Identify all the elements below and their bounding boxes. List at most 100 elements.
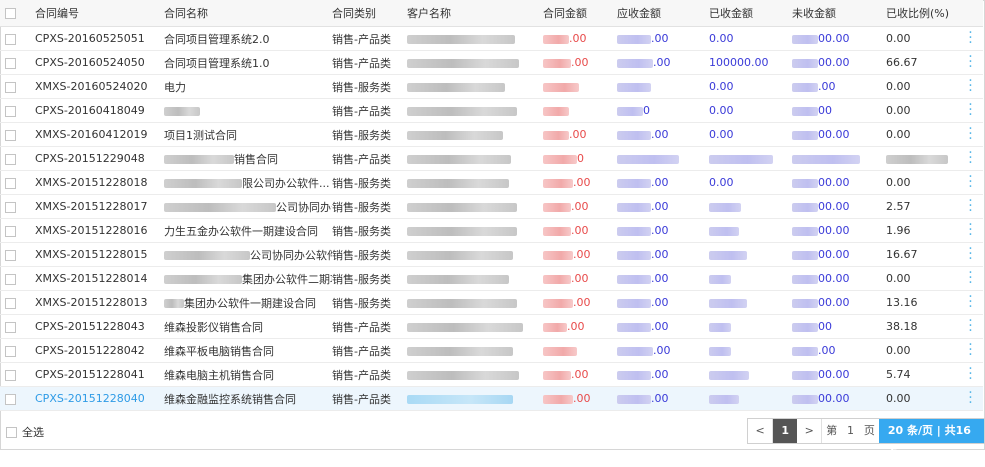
col-ratio[interactable]: 已收比例(%) xyxy=(886,0,958,27)
row-checkbox[interactable] xyxy=(0,98,30,123)
cell-contract-no[interactable]: XMXS-20151228014 xyxy=(30,266,164,291)
redacted-mask xyxy=(407,370,519,380)
col-customer-name[interactable]: 客户名称 xyxy=(407,0,543,27)
cell-contract-no[interactable]: XMXS-20160524020 xyxy=(30,74,164,99)
row-checkbox[interactable] xyxy=(0,122,30,147)
col-contract-no[interactable]: 合同编号 xyxy=(30,0,164,27)
cell-contract-no[interactable]: CPXS-20160418049 xyxy=(30,98,164,123)
cell-unreceived: 00.00 xyxy=(792,386,886,411)
redacted-mask xyxy=(543,226,571,236)
cell-contract-name: 集团办公软件二期项... xyxy=(164,266,332,291)
cell-contract-no[interactable]: CPXS-20151228041 xyxy=(30,362,164,387)
cell-contract-no[interactable]: XMXS-20151228015 xyxy=(30,242,164,267)
row-checkbox[interactable] xyxy=(0,362,30,387)
row-actions-menu-icon[interactable]: · · · xyxy=(958,338,983,363)
cell-received: 100000.00 xyxy=(709,50,792,75)
redacted-mask xyxy=(543,274,571,284)
row-checkbox[interactable] xyxy=(0,338,30,363)
col-unreceived[interactable]: 未收金额 xyxy=(792,0,886,27)
table-row[interactable]: CPXS-20160524050 合同项目管理系统1.0 销售-产品类 .00.00 1… xyxy=(0,50,983,75)
cell-received: 0.00 xyxy=(709,74,792,99)
cell-contract-no[interactable]: CPXS-20151228040 xyxy=(30,386,164,411)
row-checkbox[interactable] xyxy=(0,218,30,243)
table-row[interactable]: CPXS-20151229048 销售合同 销售-产品类 0 · · · xyxy=(0,146,983,171)
row-checkbox[interactable] xyxy=(0,26,30,51)
cell-amount xyxy=(543,74,617,99)
row-actions-menu-icon[interactable]: · · · xyxy=(958,194,983,219)
table-row[interactable]: XMXS-20151228017公司协同办公...销售-服务类 .00.00 00.… xyxy=(0,194,983,219)
table-row[interactable]: XMXS-20151228013 集团办公软件一期建设合同 销售-服务类 .00.00… xyxy=(0,290,983,315)
prev-page-button[interactable]: < xyxy=(748,419,774,443)
table-row[interactable]: CPXS-20151228040 维森金融监控系统销售合同 销售-产品类 .00.00… xyxy=(0,386,983,411)
table-row[interactable]: XMXS-20151228015公司协同办公软件...销售-服务类 .00.00 0… xyxy=(0,242,983,267)
table-row[interactable]: XMXS-20160524020 电力 销售-服务类 0.00.00 0.00 · · · xyxy=(0,74,983,99)
col-contract-type[interactable]: 合同类别 xyxy=(332,0,407,27)
row-checkbox[interactable] xyxy=(0,314,30,339)
cell-contract-no[interactable]: CPXS-20151228043 xyxy=(30,314,164,339)
row-checkbox[interactable] xyxy=(0,74,30,99)
col-receivable[interactable]: 应收金额 xyxy=(617,0,709,27)
header-checkbox[interactable] xyxy=(0,0,30,27)
row-actions-menu-icon[interactable]: · · · xyxy=(958,386,983,411)
cell-contract-no[interactable]: XMXS-20151228013 xyxy=(30,290,164,315)
row-checkbox[interactable] xyxy=(0,50,30,75)
cell-contract-no[interactable]: CPXS-20160524050 xyxy=(30,50,164,75)
table-row[interactable]: XMXS-20151228014集团办公软件二期项...销售-服务类 .00.00… xyxy=(0,266,983,291)
row-actions-menu-icon[interactable]: · · · xyxy=(958,266,983,291)
row-checkbox[interactable] xyxy=(0,146,30,171)
col-amount[interactable]: 合同金额 xyxy=(543,0,617,27)
cell-contract-no[interactable]: CPXS-20151229048 xyxy=(30,146,164,171)
table-row[interactable]: CPXS-20160418049 销售-产品类 0 0.00 00 0.00 · · · xyxy=(0,98,983,123)
row-actions-menu-icon[interactable]: · · · xyxy=(958,26,983,51)
row-checkbox[interactable] xyxy=(0,290,30,315)
redacted-mask xyxy=(543,82,579,92)
col-contract-name[interactable]: 合同名称 xyxy=(164,0,332,27)
cell-contract-no[interactable]: XMXS-20151228017 xyxy=(30,194,164,219)
row-actions-menu-icon[interactable]: · · · xyxy=(958,170,983,195)
row-actions-menu-icon[interactable]: · · · xyxy=(958,314,983,339)
row-actions-menu-icon[interactable]: · · · xyxy=(958,122,983,147)
row-actions-menu-icon[interactable]: · · · xyxy=(958,98,983,123)
row-actions-menu-icon[interactable]: · · · xyxy=(958,218,983,243)
page-input[interactable]: 1 xyxy=(841,419,860,443)
next-page-button[interactable]: > xyxy=(797,419,823,443)
cell-contract-no[interactable]: XMXS-20151228016 xyxy=(30,218,164,243)
cell-contract-type: 销售-产品类 xyxy=(332,386,407,411)
row-actions-menu-icon[interactable]: · · · xyxy=(958,50,983,75)
current-page-button[interactable]: 1 xyxy=(773,419,798,443)
row-actions-menu-icon[interactable]: · · · xyxy=(958,362,983,387)
table-row[interactable]: CPXS-20151228042 维森平板电脑销售合同 销售-产品类 .00.00 0.… xyxy=(0,338,983,363)
redacted-mask xyxy=(617,106,643,116)
row-checkbox[interactable] xyxy=(0,170,30,195)
cell-receivable: .00 xyxy=(617,386,709,411)
row-actions-menu-icon[interactable]: · · · xyxy=(958,290,983,315)
row-checkbox[interactable] xyxy=(0,266,30,291)
cell-contract-no[interactable]: XMXS-20151228018 xyxy=(30,170,164,195)
table-row[interactable]: XMXS-20151228016 力生五金办公软件一期建设合同 销售-服务类 .00.… xyxy=(0,218,983,243)
cell-contract-no[interactable]: XMXS-20160412019 xyxy=(30,122,164,147)
row-actions-menu-icon[interactable]: · · · xyxy=(958,242,983,267)
redacted-mask xyxy=(792,106,818,116)
row-checkbox[interactable] xyxy=(0,194,30,219)
table-row[interactable]: XMXS-20151228018 限公司办公软件... 销售-服务类 .00.00 0.… xyxy=(0,170,983,195)
table-row[interactable]: XMXS-20160412019 项目1测试合同 销售-服务类 .00.00 0.00 0… xyxy=(0,122,983,147)
col-actions xyxy=(958,0,983,27)
cell-contract-no[interactable]: CPXS-20151228042 xyxy=(30,338,164,363)
row-checkbox[interactable] xyxy=(0,242,30,267)
cell-contract-no[interactable]: CPXS-20160525051 xyxy=(30,26,164,51)
row-actions-menu-icon[interactable]: · · · xyxy=(958,74,983,99)
col-received[interactable]: 已收金额 xyxy=(709,0,792,27)
redacted-mask xyxy=(407,394,513,404)
cell-contract-type: 销售-服务类 xyxy=(332,122,407,147)
redacted-mask xyxy=(543,130,569,140)
row-actions-menu-icon[interactable]: · · · xyxy=(958,146,983,171)
select-all[interactable]: 全选 xyxy=(6,424,44,440)
table-row[interactable]: CPXS-20151228043 维森投影仪销售合同 销售-产品类 .00.00 00 3… xyxy=(0,314,983,339)
page-size-selector[interactable]: 20 条/页 | 共16条 xyxy=(878,419,985,461)
table-row[interactable]: CPXS-20160525051 合同项目管理系统2.0 销售-产品类 .00.00 0… xyxy=(0,26,983,51)
cell-received: 0.00 xyxy=(709,26,792,51)
table-row[interactable]: CPXS-20151228041 维森电脑主机销售合同 销售-产品类 .00.00 00… xyxy=(0,362,983,387)
row-checkbox[interactable] xyxy=(0,386,30,411)
page-suffix: 页 xyxy=(863,424,875,437)
select-all-checkbox[interactable] xyxy=(6,426,17,438)
